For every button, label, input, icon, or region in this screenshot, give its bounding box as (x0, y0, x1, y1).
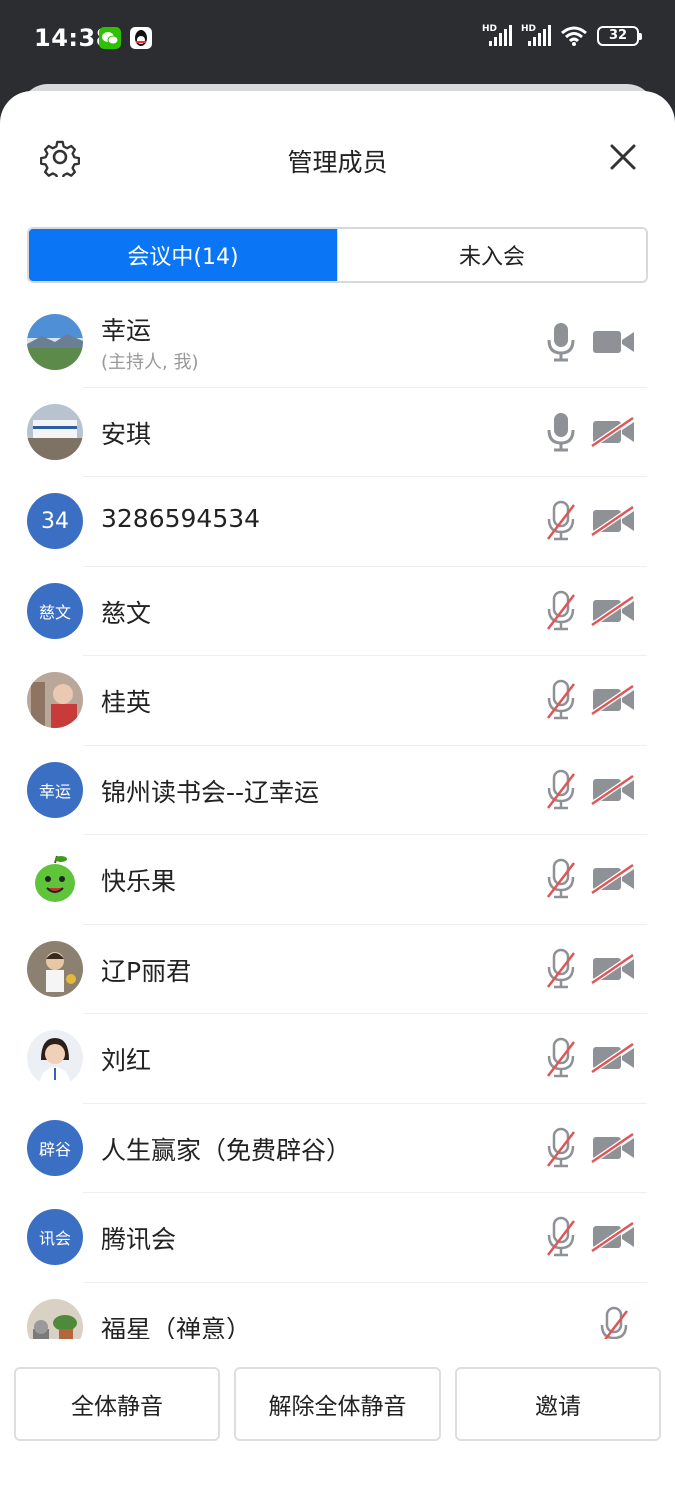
microphone-muted-icon[interactable] (543, 947, 579, 991)
avatar (27, 672, 83, 728)
member-name: 桂英 (101, 688, 152, 717)
member-list: 幸运 (主持人, 我) 安琪 34 3286594534 慈文 慈文 桂英 幸运 锦州读书会--辽… (0, 298, 675, 1339)
wechat-icon (99, 27, 121, 49)
member-name: 锦州读书会--辽幸运 (101, 777, 320, 807)
avatar: 慈文 (27, 582, 83, 639)
camera-off-icon[interactable] (591, 1042, 637, 1074)
member-name: 3286594534 (101, 504, 261, 533)
member-row[interactable]: 快乐果 (0, 835, 675, 925)
microphone-muted-icon[interactable] (543, 589, 579, 633)
camera-off-icon[interactable] (591, 952, 637, 985)
avatar: 辟谷 (27, 1119, 83, 1176)
member-row[interactable]: 讯会 腾讯会 (0, 1193, 675, 1283)
avatar (27, 314, 83, 370)
avatar: 34 (27, 493, 83, 549)
microphone-muted-icon[interactable] (543, 678, 579, 722)
avatar (27, 1298, 83, 1339)
unmute-all-button[interactable]: 解除全体静音 (234, 1367, 441, 1441)
microphone-icon[interactable] (543, 320, 579, 364)
microphone-muted-icon[interactable] (543, 1215, 579, 1259)
camera-off-icon[interactable] (591, 505, 637, 537)
camera-icon[interactable] (591, 326, 637, 358)
member-name: 辽P丽君 (101, 956, 192, 986)
signal-icon: HD (482, 24, 512, 48)
member-row[interactable]: 辟谷 人生赢家（免费辟谷） (0, 1104, 675, 1193)
camera-off-icon[interactable] (591, 594, 637, 627)
camera-off-icon[interactable] (591, 1221, 637, 1253)
microphone-muted-icon[interactable] (543, 857, 579, 901)
avatar: 讯会 (27, 1209, 83, 1265)
microphone-muted-icon[interactable] (596, 1305, 632, 1339)
battery-icon: 32 (597, 26, 642, 46)
avatar (27, 1030, 83, 1086)
member-row[interactable]: 福星（禅意） (0, 1283, 675, 1340)
member-row[interactable]: 桂英 (0, 656, 675, 746)
invite-button[interactable]: 邀请 (455, 1367, 661, 1441)
microphone-muted-icon[interactable] (543, 768, 579, 812)
tab-not-joined[interactable]: 未入会 (337, 229, 646, 281)
microphone-icon[interactable] (543, 410, 579, 454)
avatar (27, 403, 83, 460)
member-row[interactable]: 安琪 (0, 388, 675, 477)
member-tabs: 会议中(14) 未入会 (27, 227, 648, 283)
avatar (27, 851, 83, 907)
member-row[interactable]: 辽P丽君 (0, 925, 675, 1014)
close-icon[interactable] (605, 139, 641, 175)
camera-off-icon[interactable] (591, 1131, 637, 1164)
member-row[interactable]: 幸运 锦州读书会--辽幸运 (0, 746, 675, 835)
microphone-muted-icon[interactable] (543, 1126, 579, 1170)
member-role: (主持人, 我) (101, 352, 199, 373)
member-name: 福星（禅意） (101, 1314, 252, 1340)
member-row[interactable]: 慈文 慈文 (0, 567, 675, 656)
camera-off-icon[interactable] (591, 773, 637, 806)
member-row[interactable]: 幸运 (主持人, 我) (0, 298, 675, 388)
tab-in-meeting[interactable]: 会议中(14) (29, 229, 337, 281)
member-row[interactable]: 刘红 (0, 1014, 675, 1104)
avatar (27, 940, 83, 997)
camera-off-icon[interactable] (591, 684, 637, 716)
member-name: 快乐果 (101, 867, 177, 896)
status-bar: 14:38 HD HD 32 (0, 0, 675, 84)
manage-members-sheet: 管理成员 会议中(14) 未入会 幸运 (主持人, 我) 安琪 34 328659453… (0, 91, 675, 1500)
member-name: 刘红 (101, 1046, 152, 1075)
qq-icon (130, 27, 152, 49)
camera-off-icon[interactable] (591, 415, 637, 448)
sheet-header: 管理成员 (0, 91, 675, 211)
member-name: 幸运 (101, 316, 152, 345)
page-title: 管理成员 (287, 148, 388, 177)
microphone-muted-icon[interactable] (543, 1036, 579, 1080)
avatar: 幸运 (27, 761, 83, 818)
system-icons: HD HD 32 (482, 24, 642, 48)
footer-actions: 全体静音 解除全体静音 邀请 (0, 1341, 675, 1500)
microphone-muted-icon[interactable] (543, 499, 579, 543)
camera-off-icon[interactable] (591, 863, 637, 895)
mute-all-button[interactable]: 全体静音 (14, 1367, 220, 1441)
member-row[interactable]: 34 3286594534 (0, 477, 675, 567)
member-name: 安琪 (101, 419, 152, 449)
member-name: 人生赢家（免费辟谷） (101, 1135, 352, 1165)
member-name: 慈文 (101, 598, 152, 628)
signal-icon-2: HD (521, 24, 551, 48)
wifi-icon (560, 25, 588, 47)
member-name: 腾讯会 (101, 1225, 177, 1254)
